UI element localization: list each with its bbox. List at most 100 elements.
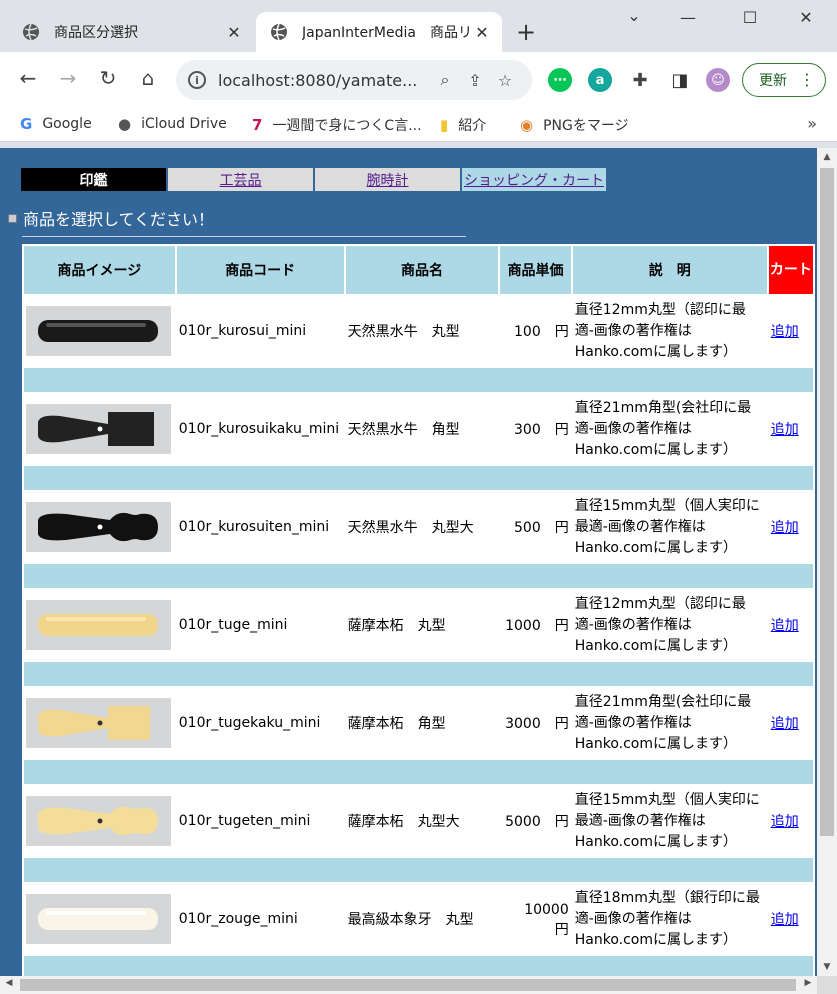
line-extension-icon[interactable]: ⋯ xyxy=(548,68,572,92)
cart-cell: 追加 xyxy=(768,296,813,366)
vertical-scroll-thumb[interactable] xyxy=(820,168,834,836)
menu-item-watches[interactable]: 腕時計 xyxy=(314,167,461,192)
add-to-cart-link[interactable]: 追加 xyxy=(771,618,799,634)
ivory-round-seal-image xyxy=(38,908,158,930)
price-currency: 円 xyxy=(554,814,569,830)
product-image xyxy=(26,894,171,944)
profile-avatar[interactable]: ☺ xyxy=(706,68,730,92)
menu-item-shopping-cart[interactable]: ショッピング・カート xyxy=(461,167,607,192)
table-row: 010r_tugeten_mini 薩摩本柘 丸型大 5000 円直径15mm丸型（… xyxy=(24,786,813,856)
close-window-icon[interactable]: ✕ xyxy=(786,8,826,27)
product-image xyxy=(26,306,171,356)
table-row: 010r_tuge_mini 薩摩本柘 丸型 1000 円直径12mm丸型（認印に最… xyxy=(24,590,813,660)
price-value: 300 xyxy=(514,422,541,438)
add-to-cart-link[interactable]: 追加 xyxy=(771,912,799,928)
category-menu: 印鑑 工芸品 腕時計 ショッピング・カート xyxy=(20,167,607,192)
price-currency: 円 xyxy=(554,716,569,732)
bookmark-google[interactable]: G Google xyxy=(20,115,92,133)
product-description: 直径12mm丸型（認印に最 適-画像の著作権は Hanko.comに属します） xyxy=(572,296,767,366)
url-text: localhost:8080/yamate... xyxy=(218,70,418,90)
price-currency: 円 xyxy=(554,922,569,938)
horizontal-scroll-thumb[interactable] xyxy=(20,979,796,991)
tab-search-chevron-icon[interactable]: ⌄ xyxy=(614,6,654,25)
globe-icon xyxy=(271,23,287,41)
new-tab-icon[interactable]: + xyxy=(512,18,540,46)
bookmark-label: 一週間で身につくC言... xyxy=(272,118,422,134)
menu-item-crafts[interactable]: 工芸品 xyxy=(167,167,314,192)
add-to-cart-link[interactable]: 追加 xyxy=(771,716,799,732)
product-code: 010r_kurosuikaku_mini xyxy=(176,394,344,464)
scrollbar-corner xyxy=(817,976,837,994)
product-price: 5000 円 xyxy=(500,786,571,856)
table-header-row: 商品イメージ 商品コード 商品名 商品単価 説 明 カート xyxy=(24,246,813,294)
site-info-icon[interactable]: i xyxy=(188,71,206,89)
scroll-right-arrow-icon[interactable]: ▶ xyxy=(799,978,817,988)
description-line: 直径15mm丸型（個人実印に xyxy=(574,791,760,808)
close-tab-icon[interactable]: ✕ xyxy=(224,23,244,42)
bookmark-icloud[interactable]: ● iCloud Drive xyxy=(118,115,227,133)
bookmark-png-merge[interactable]: ◉ PNGをマージ xyxy=(520,115,629,135)
share-icon[interactable]: ⇪ xyxy=(460,71,490,90)
reload-icon[interactable]: ↻ xyxy=(94,66,122,90)
description-line: 直径18mm丸型（銀行印に最 xyxy=(574,889,760,906)
bookmark-introduction[interactable]: ▮ 紹介 xyxy=(440,115,486,135)
tab-product-list[interactable]: JapanInterMedia 商品リスト ✕ xyxy=(256,12,502,52)
description-line: 適-画像の著作権は xyxy=(574,420,692,437)
minimize-icon[interactable]: — xyxy=(668,8,708,27)
description-line: Hanko.comに属します） xyxy=(574,637,738,654)
tab-product-category[interactable]: 商品区分選択 ✕ xyxy=(8,12,254,52)
extension-a-icon[interactable]: a xyxy=(588,68,612,92)
product-table: 商品イメージ 商品コード 商品名 商品単価 説 明 カート 010r_kuros… xyxy=(22,244,815,976)
price-value: 100 xyxy=(514,324,541,340)
update-button[interactable]: 更新 ⋮ xyxy=(742,63,826,97)
vertical-scrollbar[interactable]: ▲ ▼ xyxy=(817,148,837,976)
page-heading: 商品を選択してください！ xyxy=(8,206,214,230)
address-bar[interactable]: i localhost:8080/yamate... ⌕ ⇪ ☆ xyxy=(176,60,532,100)
price-currency: 円 xyxy=(554,324,569,340)
close-tab-icon[interactable]: ✕ xyxy=(472,23,492,42)
maximize-icon[interactable]: ☐ xyxy=(730,8,770,27)
scroll-down-arrow-icon[interactable]: ▼ xyxy=(817,962,837,972)
add-to-cart-link[interactable]: 追加 xyxy=(771,520,799,536)
add-to-cart-link[interactable]: 追加 xyxy=(771,814,799,830)
bookmark-c-language[interactable]: 7 一週間で身につくC言... xyxy=(252,115,422,135)
product-description: 直径12mm丸型（認印に最 適-画像の著作権は Hanko.comに属します） xyxy=(572,590,767,660)
horizontal-scrollbar[interactable]: ◀ ▶ xyxy=(0,976,817,994)
cart-header-label: カート xyxy=(769,262,812,278)
separator-cell xyxy=(24,662,813,686)
bookmarks-more-icon[interactable]: » xyxy=(807,114,817,133)
back-arrow-icon[interactable]: ← xyxy=(14,66,42,90)
product-image-cell xyxy=(24,688,175,758)
separator-cell xyxy=(24,956,813,976)
extensions-puzzle-icon[interactable]: ✚ xyxy=(628,68,652,92)
description-line: 直径12mm丸型（認印に最 xyxy=(574,595,746,612)
price-value: 3000 xyxy=(505,716,541,732)
png-merge-icon: ◉ xyxy=(520,116,534,134)
description-line: 適-画像の著作権は xyxy=(574,910,692,927)
product-image-cell xyxy=(24,884,175,954)
add-to-cart-link[interactable]: 追加 xyxy=(771,324,799,340)
description-line: Hanko.comに属します） xyxy=(574,735,738,752)
forward-arrow-icon[interactable]: → xyxy=(54,66,82,90)
col-image: 商品イメージ xyxy=(24,246,175,294)
description-line: 最適-画像の著作権は xyxy=(574,812,706,829)
menu-item-seals[interactable]: 印鑑 xyxy=(20,167,167,192)
cart-cell: 追加 xyxy=(768,884,813,954)
cart-cell: 追加 xyxy=(768,394,813,464)
bookmark-star-icon[interactable]: ☆ xyxy=(490,71,520,90)
product-name: 天然黒水牛 丸型大 xyxy=(345,492,499,562)
side-panel-icon[interactable]: ◨ xyxy=(668,68,692,92)
scroll-left-arrow-icon[interactable]: ◀ xyxy=(0,978,18,988)
product-code: 010r_kurosui_mini xyxy=(176,296,344,366)
scroll-up-arrow-icon[interactable]: ▲ xyxy=(817,152,837,162)
zoom-icon[interactable]: ⌕ xyxy=(430,70,460,90)
cart-cell: 追加 xyxy=(768,590,813,660)
col-description: 説 明 xyxy=(572,246,767,294)
description-line: Hanko.comに属します） xyxy=(574,833,738,850)
separator-cell xyxy=(24,760,813,784)
cart-cell: 追加 xyxy=(768,786,813,856)
home-icon[interactable]: ⌂ xyxy=(134,66,162,90)
table-row: 010r_zouge_mini 最高級本象牙 丸型 10000 円直径18mm丸型（… xyxy=(24,884,813,954)
col-price: 商品単価 xyxy=(500,246,571,294)
add-to-cart-link[interactable]: 追加 xyxy=(771,422,799,438)
